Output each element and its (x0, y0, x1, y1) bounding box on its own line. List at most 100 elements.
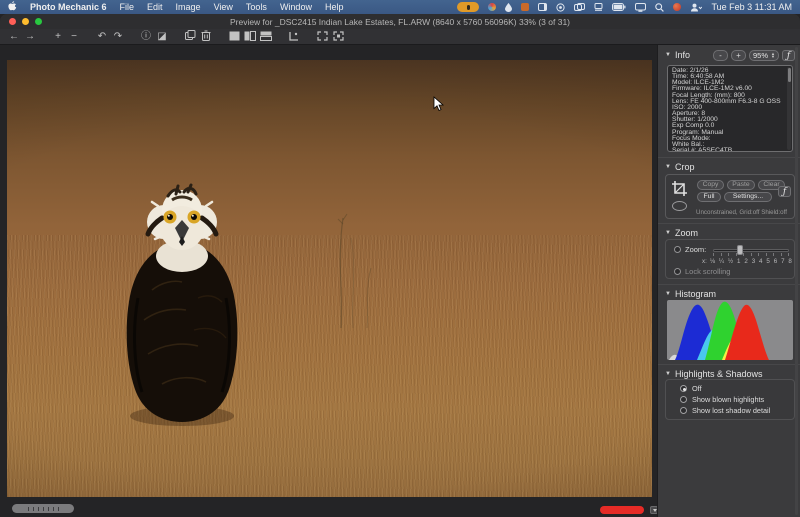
record-icon[interactable] (556, 2, 565, 12)
zoom-slider-ticks (713, 253, 789, 256)
stats-icon[interactable] (488, 2, 496, 12)
info-icon[interactable]: ⓘ (138, 30, 154, 44)
back-icon[interactable]: ← (6, 30, 22, 44)
zoom-disclosure-icon[interactable]: ▼ (665, 230, 671, 236)
zoom-out-button[interactable]: - (713, 50, 728, 61)
zoom-window-button[interactable] (35, 18, 42, 25)
highlights-disclosure-icon[interactable]: ▼ (665, 371, 671, 377)
flag-icon[interactable] (521, 2, 529, 12)
zoom-scale-prefix: x: (702, 258, 707, 265)
zoom-percent-stepper[interactable]: 95% ▲▼ (749, 50, 779, 61)
crop-tool-icon[interactable] (671, 180, 688, 202)
zoom-section-title: Zoom (675, 228, 698, 238)
window-title: Preview for _DSC2415 Indian Lake Estates… (0, 17, 800, 27)
info-scrollbar[interactable] (787, 67, 791, 150)
zoom-percent-value: 95% (753, 51, 768, 60)
stepper-arrows-icon[interactable]: ▲▼ (771, 52, 775, 59)
highlights-section-title: Highlights & Shadows (675, 369, 763, 379)
zoom-scale-labels: x: ⅛¼½12345678 (702, 258, 792, 265)
user-icon[interactable] (690, 2, 702, 12)
zoom-section-header[interactable]: ▼ Zoom (658, 226, 800, 240)
rating-strip[interactable] (12, 504, 74, 513)
forward-icon[interactable]: → (22, 30, 38, 44)
crop-settings-button[interactable]: Settings... (724, 192, 772, 202)
panel-scrollbar[interactable] (795, 47, 798, 515)
rotate-cw-icon[interactable]: ↷ (110, 30, 126, 44)
view-split-icon[interactable] (258, 30, 274, 44)
menu-tools[interactable]: Tools (246, 2, 267, 12)
loupe-icon[interactable] (286, 30, 302, 44)
fit-window-icon[interactable] (330, 30, 346, 44)
battery-icon[interactable] (612, 2, 626, 12)
radio-blown-highlights-label: Show blown highlights (692, 395, 764, 404)
radio-lost-shadow-label: Show lost shadow detail (692, 406, 770, 415)
crop-function-button[interactable]: ƒ (778, 186, 791, 197)
photo-vignette (7, 60, 652, 497)
histogram-section-header[interactable]: ▼ Histogram (658, 287, 800, 301)
histogram-disclosure-icon[interactable]: ▼ (665, 291, 671, 297)
preview-toolbar: ← → + − ↶ ↷ ⓘ ◪ (0, 29, 800, 45)
menu-image[interactable]: Image (176, 2, 201, 12)
menu-app-name[interactable]: Photo Mechanic 6 (30, 2, 107, 12)
highlights-shadows-box: Off Show blown highlights Show lost shad… (665, 379, 795, 420)
zoom-checkbox[interactable] (674, 246, 681, 253)
crop-full-button[interactable]: Full (697, 192, 721, 202)
crop-status-text: Unconstrained, Grid:off Shield:off (696, 209, 787, 216)
lock-scrolling-checkbox[interactable] (674, 268, 681, 275)
menu-window[interactable]: Window (280, 2, 312, 12)
menu-view[interactable]: View (214, 2, 233, 12)
fullscreen-icon[interactable] (314, 30, 330, 44)
windows-icon[interactable] (574, 2, 585, 12)
zoom-in-button[interactable]: + (731, 50, 746, 61)
radio-off-label: Off (692, 384, 702, 393)
copy-icon[interactable] (182, 30, 198, 44)
menu-file[interactable]: File (120, 2, 135, 12)
crop-section-header[interactable]: ▼ Crop (658, 160, 800, 174)
pan-icon[interactable]: + (50, 30, 66, 44)
radio-lost-shadow[interactable] (680, 407, 687, 414)
info-function-button[interactable]: ƒ (782, 50, 795, 61)
macos-menu-bar: Photo Mechanic 6 File Edit Image View To… (0, 0, 800, 14)
window-title-bar: Preview for _DSC2415 Indian Lake Estates… (0, 14, 800, 29)
crop-disclosure-icon[interactable]: ▼ (665, 164, 671, 170)
radio-blown-highlights[interactable] (680, 396, 687, 403)
rotate-ccw-icon[interactable]: ↶ (94, 30, 110, 44)
rgb-histogram (667, 300, 793, 360)
info-section-title: Info (675, 50, 690, 60)
oval-crop-icon[interactable] (672, 201, 687, 211)
tiles-icon[interactable] (538, 2, 547, 12)
color-class-button[interactable] (600, 506, 644, 514)
apple-menu-icon[interactable] (8, 1, 17, 13)
zoom-slider-thumb[interactable] (737, 245, 743, 255)
menu-edit[interactable]: Edit (147, 2, 163, 12)
zoom-checkbox-label: Zoom: (685, 245, 706, 254)
radio-off[interactable] (680, 385, 687, 392)
info-disclosure-icon[interactable]: ▼ (665, 52, 671, 58)
menu-help[interactable]: Help (325, 2, 344, 12)
droplet-icon[interactable] (505, 2, 512, 12)
photo-osprey-in-field[interactable] (7, 60, 652, 497)
adjust-icon[interactable]: ◪ (154, 30, 170, 44)
collapse-icon[interactable]: − (66, 30, 82, 44)
badge-icon[interactable] (673, 2, 681, 12)
eject-icon[interactable] (594, 2, 603, 12)
view-compare-icon[interactable] (242, 30, 258, 44)
trash-icon[interactable] (198, 30, 214, 44)
histogram-section-title: Histogram (675, 289, 716, 299)
view-single-icon[interactable] (226, 30, 242, 44)
zoom-controls-box: Zoom: x: ⅛¼½12345678 Lock scrolling (665, 239, 795, 279)
display-icon[interactable] (635, 2, 646, 12)
crop-copy-button[interactable]: Copy (697, 180, 724, 190)
crop-tools-box: Copy Paste Clear Full Settings... ƒ Unco… (665, 174, 795, 219)
spotlight-icon[interactable] (655, 2, 664, 12)
minimize-window-button[interactable] (22, 18, 29, 25)
recording-pill-icon[interactable] (457, 2, 479, 12)
menu-clock[interactable]: Tue Feb 3 11:31 AM (711, 2, 792, 12)
exif-info-box[interactable]: Date: 2/1/26 Time: 6:40:58 AM Model: ILC… (667, 65, 793, 152)
preview-canvas-area (0, 45, 657, 517)
close-window-button[interactable] (9, 18, 16, 25)
mouse-cursor (433, 96, 444, 112)
zoom-slider-track[interactable] (713, 249, 789, 252)
crop-paste-button[interactable]: Paste (727, 180, 755, 190)
info-section-header[interactable]: ▼ Info - + 95% ▲▼ ƒ (658, 48, 800, 62)
